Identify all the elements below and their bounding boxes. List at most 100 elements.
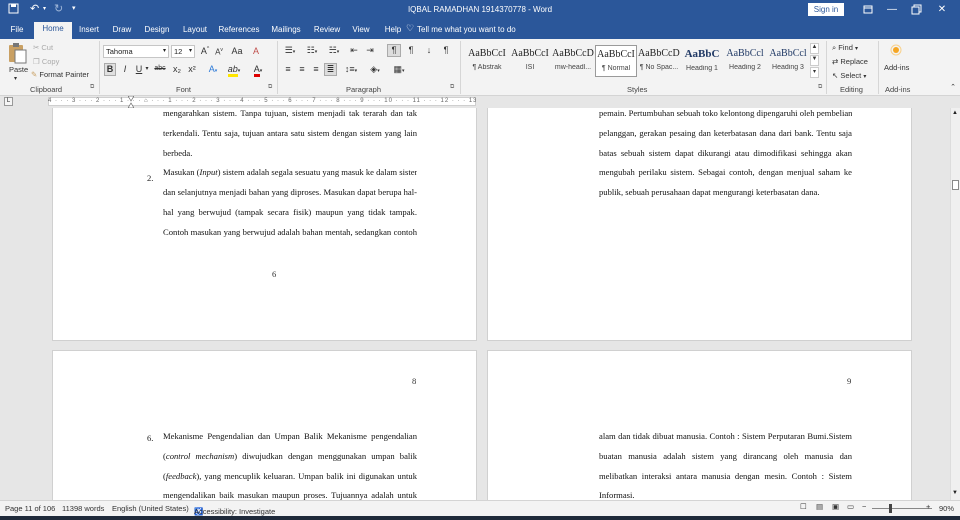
bullets-button[interactable]: ☰▾ — [282, 45, 298, 56]
scrollbar-thumb[interactable] — [952, 180, 959, 190]
page-9[interactable]: 9 alam dan tidak dibuat manusia. Contoh … — [487, 350, 912, 500]
read-mode-icon[interactable]: ▤ — [816, 502, 823, 511]
page-8[interactable]: 8 6. Mekanisme Pengendalian dan Umpan Ba… — [52, 350, 477, 500]
text-effects-button[interactable]: A▾ — [206, 64, 220, 74]
collapse-ribbon-icon[interactable]: ⌃ — [948, 83, 958, 91]
clear-formatting-icon: A — [252, 46, 259, 56]
styles-launcher-icon[interactable]: ⧉ — [818, 84, 822, 91]
tab-review[interactable]: Review — [310, 23, 344, 39]
cut-button[interactable]: ✂ Cut — [33, 43, 53, 52]
add-ins-icon[interactable] — [889, 43, 905, 57]
ribbon-display-options-icon[interactable] — [858, 2, 878, 18]
style-tile[interactable]: AaBbCcl Heading 3 — [767, 45, 809, 77]
styles-more-icon[interactable]: ▾ — [810, 67, 819, 78]
rtl-button[interactable]: ¶ — [404, 45, 418, 55]
restore-icon[interactable] — [906, 2, 926, 18]
bold-button[interactable]: B — [104, 63, 116, 76]
page-7[interactable]: pemain. Pertumbuhan sebuah toko kelonton… — [487, 108, 912, 341]
show-formatting-button[interactable]: ¶ — [440, 45, 452, 55]
minimize-icon[interactable]: — — [882, 2, 902, 18]
align-right-button[interactable]: ≡ — [310, 64, 322, 74]
vertical-scrollbar[interactable]: ▲ ▼ — [950, 108, 960, 500]
align-center-button[interactable]: ≡ — [296, 64, 308, 74]
style-tile[interactable]: AaBbCcDc ¶ No Spac... — [638, 45, 680, 77]
sort-button[interactable]: ↓ — [422, 45, 436, 55]
font-name-combo[interactable]: Tahoma ▾ — [103, 45, 169, 58]
increase-indent-button[interactable]: ⇥ — [364, 45, 376, 56]
strikethrough-button[interactable]: abc — [152, 65, 168, 72]
select-button[interactable]: ↖ Select ▾ — [832, 71, 866, 80]
zoom-in-icon[interactable]: + — [926, 502, 930, 511]
line-spacing-button[interactable]: ↕≡▾ — [342, 64, 360, 74]
tab-selector[interactable]: L — [4, 97, 13, 106]
editing-group-label: Editing — [840, 85, 863, 94]
change-case-button[interactable]: Aa — [230, 46, 244, 56]
add-ins-button[interactable]: Add-ins — [884, 63, 909, 72]
paste-icon[interactable] — [6, 42, 30, 64]
page-count[interactable]: Page 11 of 106 — [5, 504, 55, 513]
numbering-button[interactable]: ☷▾ — [304, 45, 320, 56]
tab-view[interactable]: View — [348, 23, 374, 39]
style-tile[interactable]: AaBbCcI ISI — [509, 45, 551, 77]
style-tile[interactable]: AaBbC Heading 1 — [681, 45, 723, 77]
find-button[interactable]: ⌕ Find ▾ — [832, 43, 858, 53]
tab-help[interactable]: Help — [380, 23, 406, 39]
sign-in-button[interactable]: Sign in — [808, 3, 844, 16]
justify-button[interactable]: ≣ — [324, 63, 337, 76]
style-tile[interactable]: AaBbCcI ¶ Abstrak — [466, 45, 508, 77]
underline-button[interactable]: U — [134, 64, 144, 74]
zoom-slider[interactable] — [872, 508, 932, 509]
style-tile[interactable]: AaBbCcD mw-headl... — [552, 45, 594, 77]
tell-me-search[interactable]: Tell me what you want to do — [417, 23, 516, 37]
tab-references[interactable]: References — [216, 23, 262, 39]
focus-mode-icon[interactable]: ☐ — [800, 502, 807, 511]
document-canvas[interactable]: mengarahkan sistem. Tanpa tujuan, sistem… — [0, 108, 950, 500]
close-icon[interactable]: ✕ — [932, 2, 952, 18]
styles-scroll-up-icon[interactable]: ▲ — [810, 43, 819, 54]
format-painter-button[interactable]: ✎ Format Painter — [31, 70, 89, 79]
tab-file[interactable]: File — [4, 23, 30, 39]
decrease-indent-button[interactable]: ⇤ — [348, 45, 360, 56]
paste-dropdown-icon[interactable]: ▾ — [14, 75, 17, 82]
page-6[interactable]: mengarahkan sistem. Tanpa tujuan, sistem… — [52, 108, 477, 341]
highlight-button[interactable]: ab▾ — [226, 64, 242, 77]
tab-insert[interactable]: Insert — [74, 23, 104, 39]
paste-button[interactable]: Paste — [9, 65, 28, 74]
scroll-up-icon[interactable]: ▲ — [952, 110, 958, 116]
zoom-level[interactable]: 90% — [939, 504, 954, 513]
web-layout-icon[interactable]: ▭ — [847, 502, 854, 511]
tab-mailings[interactable]: Mailings — [266, 23, 306, 39]
underline-dropdown-icon[interactable]: ▾ — [144, 65, 150, 72]
scroll-down-icon[interactable]: ▼ — [952, 490, 958, 496]
italic-button[interactable]: I — [120, 64, 130, 74]
tab-design[interactable]: Design — [140, 23, 174, 39]
styles-scroll-down-icon[interactable]: ▼ — [810, 55, 819, 66]
print-layout-icon[interactable]: ▣ — [832, 502, 839, 511]
zoom-slider-thumb[interactable] — [889, 504, 892, 513]
shading-button[interactable]: ◈▾ — [366, 64, 384, 75]
replace-button[interactable]: ⇄ Replace — [832, 57, 868, 66]
font-size-combo[interactable]: 12 ▾ — [171, 45, 195, 58]
font-color-button[interactable]: A▾ — [250, 64, 266, 77]
clipboard-launcher-icon[interactable]: ⧉ — [90, 84, 94, 91]
word-count[interactable]: 11398 words — [62, 504, 104, 513]
zoom-out-icon[interactable]: − — [862, 502, 866, 511]
subscript-button[interactable]: x₂ — [171, 64, 183, 74]
tab-layout[interactable]: Layout — [178, 23, 212, 39]
copy-button[interactable]: ❐ Copy — [33, 57, 59, 66]
paragraph-launcher-icon[interactable]: ⧉ — [450, 84, 454, 91]
tab-home[interactable]: Home — [34, 22, 72, 39]
align-left-button[interactable]: ≡ — [282, 64, 294, 74]
ltr-button[interactable]: ¶ — [387, 44, 401, 57]
language-status[interactable]: English (United States) — [112, 504, 189, 513]
font-launcher-icon[interactable]: ⧉ — [268, 84, 272, 91]
shrink-font-button[interactable]: Av — [214, 47, 224, 57]
superscript-button[interactable]: x² — [186, 64, 198, 74]
tab-draw[interactable]: Draw — [108, 23, 136, 39]
style-tile[interactable]: AaBbCcI ¶ Normal — [595, 45, 637, 77]
borders-button[interactable]: ▦▾ — [390, 64, 408, 75]
style-tile[interactable]: AaBbCcl Heading 2 — [724, 45, 766, 77]
clear-formatting-button[interactable]: A — [250, 46, 262, 56]
grow-font-button[interactable]: A^ — [200, 46, 210, 56]
multilevel-list-button[interactable]: ☵▾ — [326, 45, 342, 56]
